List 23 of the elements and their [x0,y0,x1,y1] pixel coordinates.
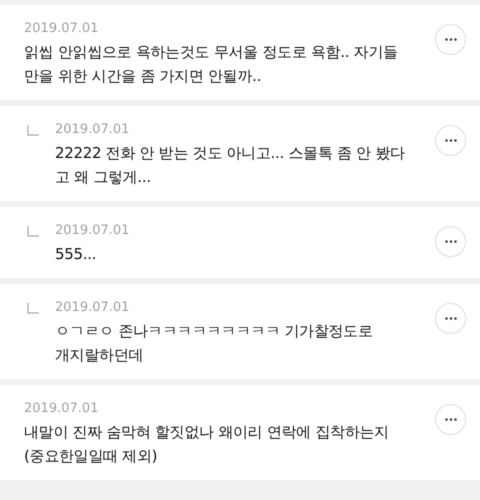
comment-text: ㅇㄱㄹㅇ 존나ㅋㅋㅋㅋㅋㅋㅋㅋㅋ 기가찰정도로 개지랄하던데 [55,321,374,366]
more-icon [444,240,456,243]
comment-text: 읽씹 안읽씹으로 욕하는것도 무서울 정도로 욕함.. 자기들 만을 위한 시간을 좀 가지면 안될까.. [24,42,399,87]
reply-indent-icon [27,303,39,314]
comment-date: 2019.07.01 [24,400,100,418]
more-options-button[interactable] [435,125,466,156]
comment-text: 555... [55,244,98,265]
more-icon [444,38,456,41]
reply-indent-icon [27,226,39,237]
more-icon [444,418,456,421]
more-options-button[interactable] [435,404,466,435]
more-icon [444,317,456,320]
reply-indent-icon [27,125,39,136]
comment-text: 22222 전화 안 받는 것도 아니고... 스몰톡 좀 안 봤다 고 왜 그렇게... [55,143,406,188]
comment-date: 2019.07.01 [55,222,130,240]
comment-date: 2019.07.01 [24,20,100,38]
more-options-button[interactable] [435,226,466,257]
comment-text: 내말이 진짜 숨막혀 할짓없나 왜이리 연락에 집착하는지 (중요한일일때 제외) [24,422,390,467]
more-options-button[interactable] [435,303,466,334]
comment-date: 2019.07.01 [55,299,130,317]
comment-date: 2019.07.01 [55,121,130,139]
more-icon [444,139,456,142]
more-options-button[interactable] [435,24,466,55]
